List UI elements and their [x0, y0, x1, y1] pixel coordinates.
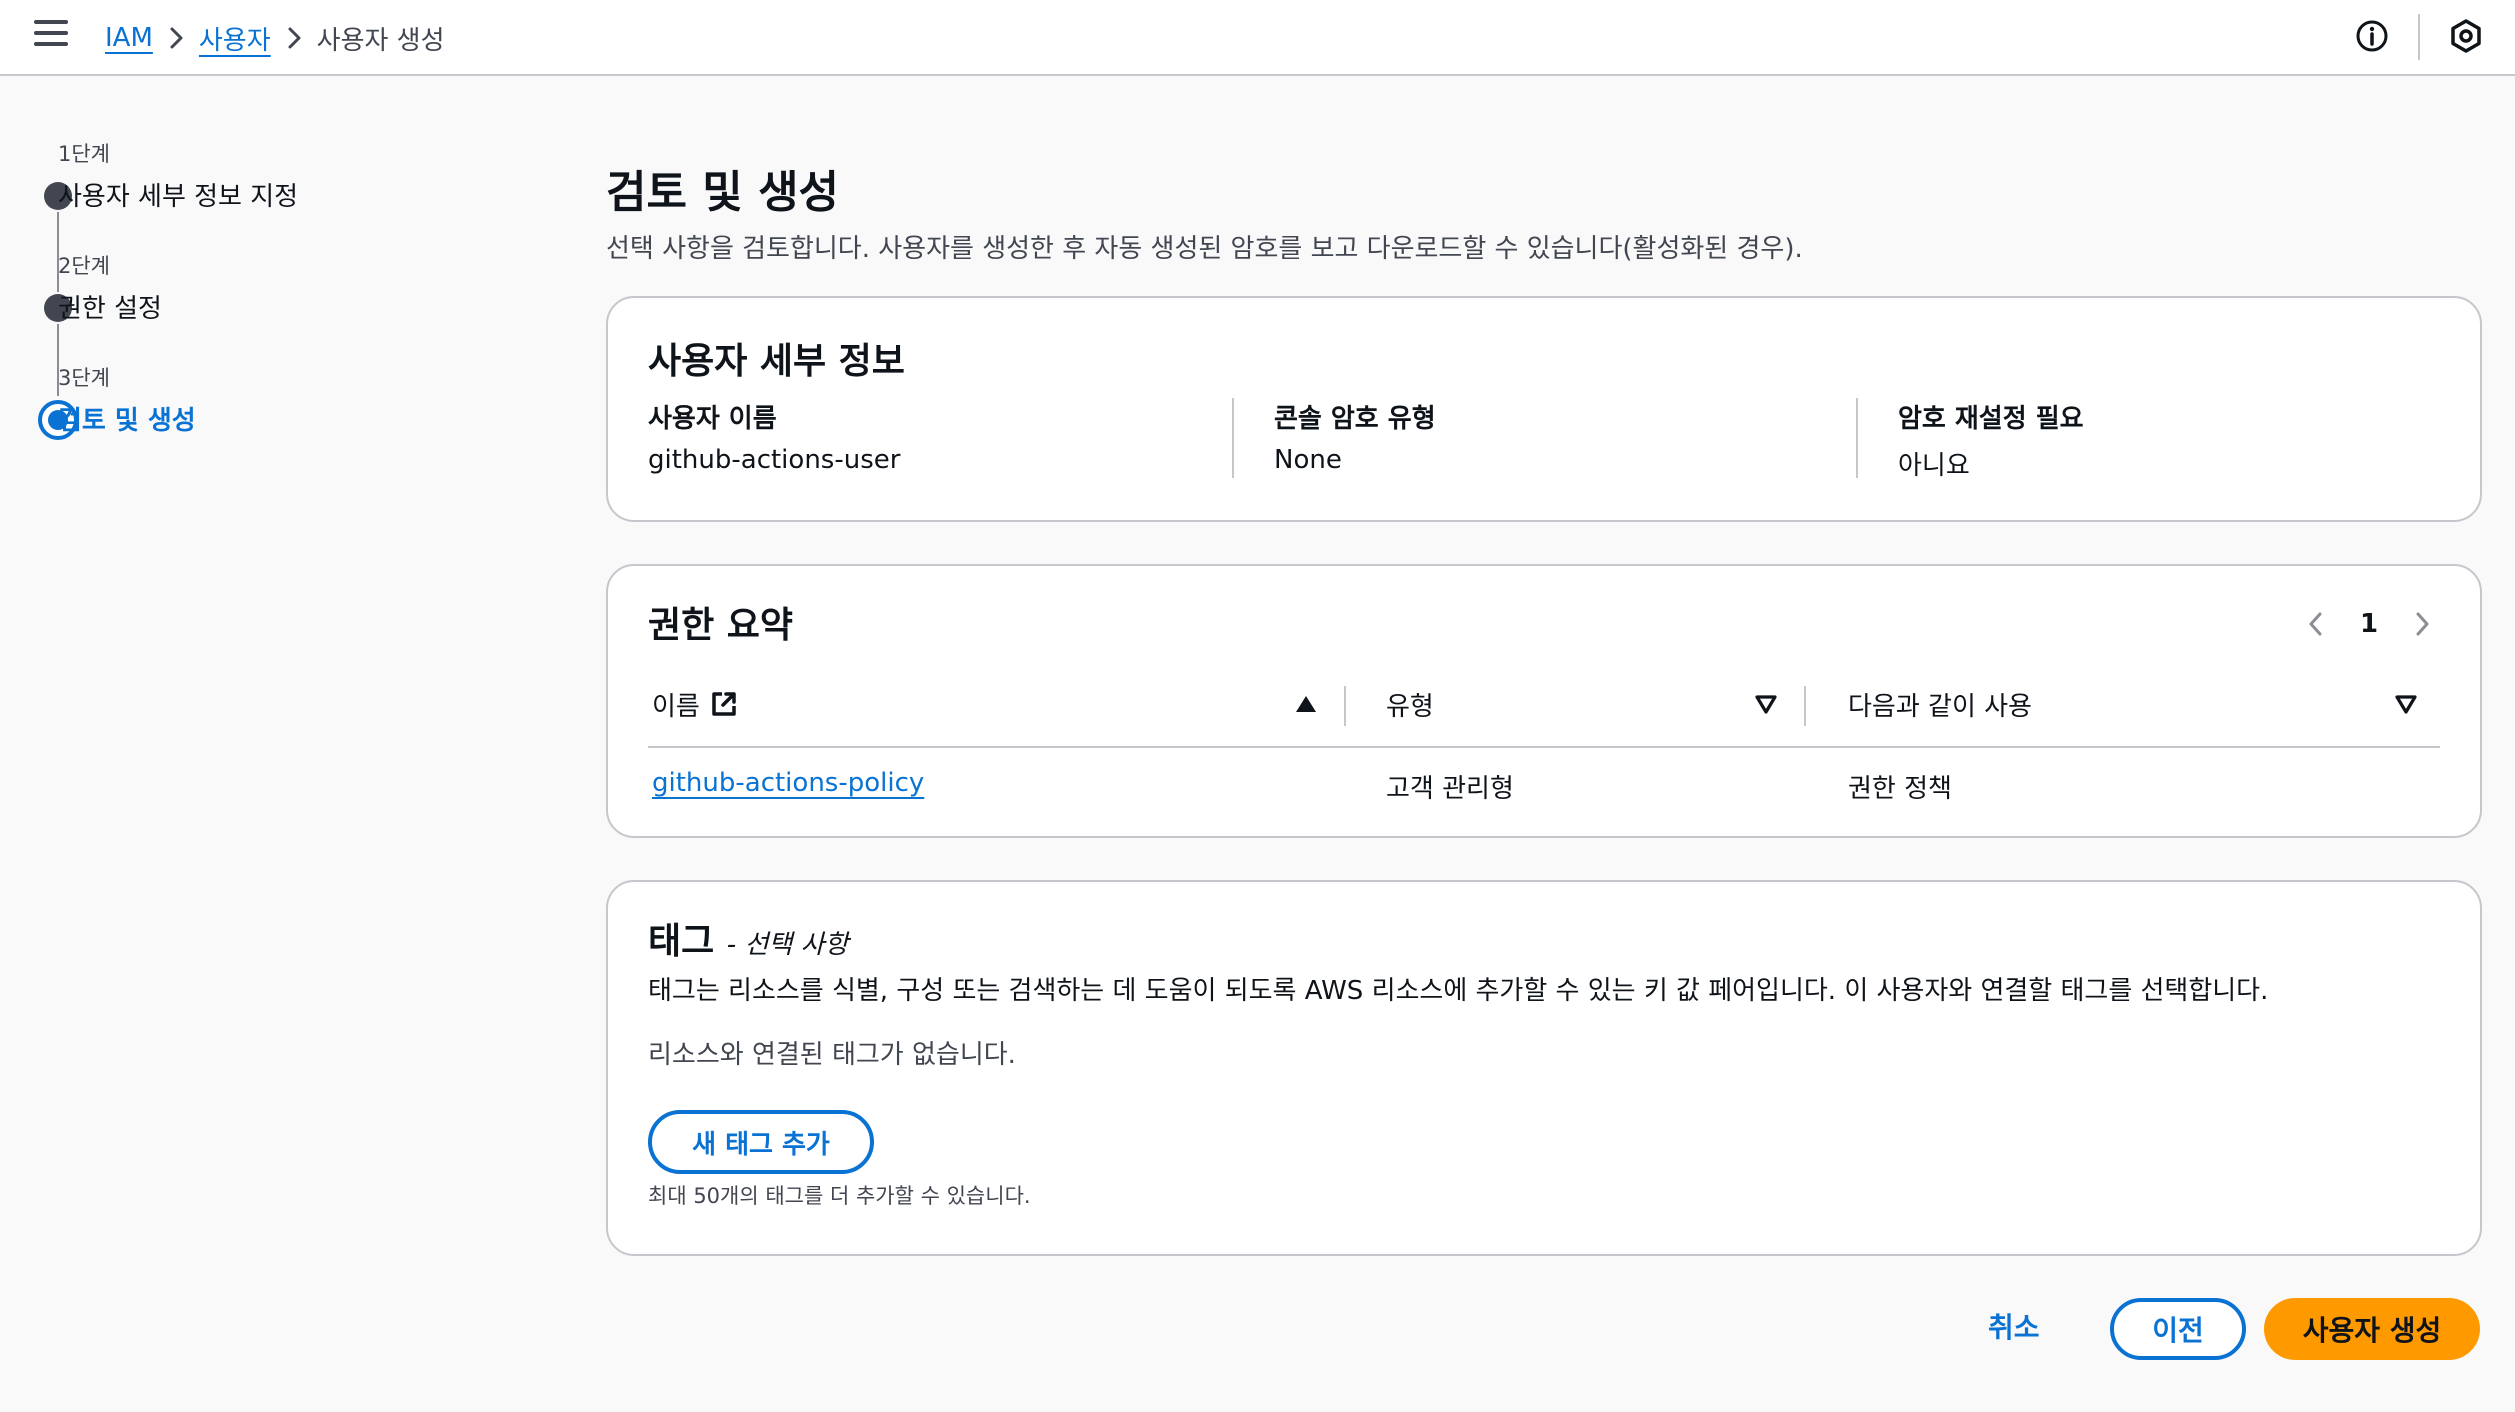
policy-used-as: 권한 정책 [1848, 774, 1952, 804]
tags-title-text: 태그 [648, 921, 715, 962]
field-key: 사용자 이름 [648, 404, 777, 434]
breadcrumb-iam[interactable]: IAM [105, 23, 153, 53]
step-2-number: 2단계 [58, 254, 111, 278]
column-header-label: 다음과 같이 사용 [1848, 691, 2032, 722]
chevron-left-icon[interactable] [2298, 604, 2334, 644]
external-link-icon [710, 690, 738, 718]
step-2-label[interactable]: 권한 설정 [58, 288, 162, 325]
field-value: 아니요 [1898, 451, 1970, 481]
field-password-reset-required: 암호 재설정 필요 아니요 [1898, 398, 2084, 482]
create-user-button[interactable]: 사용자 생성 [2264, 1298, 2480, 1360]
page-description: 선택 사항을 검토합니다. 사용자를 생성한 후 자동 생성된 암호를 보고 다… [606, 234, 1803, 264]
field-username: 사용자 이름 github-actions-user [648, 398, 900, 482]
column-header-type[interactable]: 유형 [1386, 684, 1434, 724]
tags-title: 태그 - 선택 사항 [648, 912, 848, 964]
breadcrumb-users[interactable]: 사용자 [199, 20, 271, 57]
column-divider [1856, 398, 1858, 478]
user-details-card: 사용자 세부 정보 사용자 이름 github-actions-user 콘솔 … [606, 296, 2482, 522]
column-separator[interactable] [1804, 686, 1806, 726]
user-details-title: 사용자 세부 정보 [648, 341, 905, 382]
previous-button[interactable]: 이전 [2110, 1298, 2246, 1360]
chevron-right-icon [271, 18, 317, 58]
sort-descending-icon[interactable] [1752, 690, 1780, 718]
step-3-number: 3단계 [58, 366, 111, 390]
permissions-summary-title: 권한 요약 [648, 605, 794, 646]
page-number[interactable]: 1 [2354, 609, 2384, 639]
top-navigation-bar: IAM 사용자 사용자 생성 [0, 0, 2515, 76]
chevron-right-icon[interactable] [2404, 604, 2440, 644]
step-3-label: 검토 및 생성 [58, 406, 196, 436]
tags-empty-message: 리소스와 연결된 태그가 없습니다. [648, 1040, 1016, 1070]
field-console-password-type: 콘솔 암호 유형 None [1274, 398, 1436, 482]
field-value: None [1274, 445, 1342, 475]
permissions-summary-card: 권한 요약 1 이름 유형 다음과 같이 사용 github-actions-p… [606, 564, 2482, 838]
tags-limit-hint: 최대 50개의 태그를 더 추가할 수 있습니다. [648, 1184, 1031, 1208]
sort-ascending-icon[interactable] [1292, 690, 1320, 718]
column-header-label: 유형 [1386, 691, 1434, 722]
add-tag-button[interactable]: 새 태그 추가 [648, 1110, 874, 1174]
column-header-used-as[interactable]: 다음과 같이 사용 [1848, 684, 2032, 724]
cancel-button[interactable]: 취소 [1988, 1306, 2040, 1346]
table-header-divider [648, 746, 2440, 748]
menu-icon[interactable] [34, 20, 68, 52]
column-header-label: 이름 [652, 691, 700, 722]
step-1-number: 1단계 [58, 142, 111, 166]
settings-hexagon-icon[interactable] [2448, 18, 2484, 54]
tags-description: 태그는 리소스를 식별, 구성 또는 검색하는 데 도움이 되도록 AWS 리소… [648, 976, 2269, 1006]
tags-card: 태그 - 선택 사항 태그는 리소스를 식별, 구성 또는 검색하는 데 도움이… [606, 880, 2482, 1256]
info-icon[interactable] [2354, 18, 2390, 54]
column-separator[interactable] [1344, 686, 1346, 726]
field-key: 암호 재설정 필요 [1898, 404, 2084, 434]
breadcrumb: IAM 사용자 사용자 생성 [105, 18, 445, 58]
column-header-name[interactable]: 이름 [652, 684, 738, 724]
field-value: github-actions-user [648, 445, 901, 475]
field-key: 콘솔 암호 유형 [1274, 404, 1436, 434]
chevron-right-icon [153, 18, 199, 58]
pagination: 1 [2298, 604, 2440, 644]
column-divider [1232, 398, 1234, 478]
page-title: 검토 및 생성 [606, 167, 840, 218]
sort-descending-icon[interactable] [2392, 690, 2420, 718]
breadcrumb-current: 사용자 생성 [316, 25, 445, 56]
policy-type: 고객 관리형 [1386, 774, 1514, 804]
tags-optional-label: - 선택 사항 [726, 930, 849, 960]
step-1-label[interactable]: 사용자 세부 정보 지정 [58, 176, 298, 213]
top-divider [2418, 14, 2420, 60]
policy-name-link[interactable]: github-actions-policy [652, 768, 924, 798]
